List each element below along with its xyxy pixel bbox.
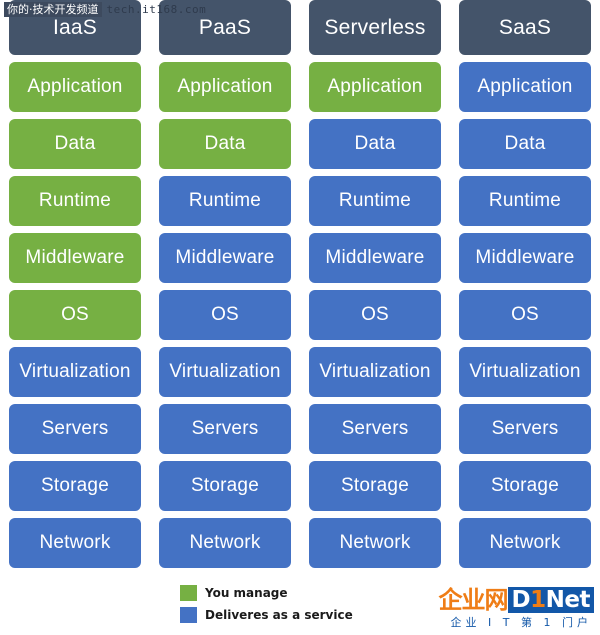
logo-net: Net	[545, 587, 591, 613]
logo-one: 1	[530, 587, 546, 613]
layer-cell: Virtualization	[309, 347, 441, 397]
layer-cell: Application	[309, 62, 441, 112]
logo-d: D	[511, 587, 531, 613]
layer-cell: Data	[159, 119, 291, 169]
legend: You manage Deliveres as a service	[180, 585, 353, 623]
watermark: 你的·技术开发频道 tech.it168.com	[4, 2, 206, 17]
layer-cell: Application	[159, 62, 291, 112]
layer-cell: Network	[159, 518, 291, 568]
column-serverless: Serverless Application Data Runtime Middlewa…	[300, 0, 450, 575]
layer-cell: OS	[309, 290, 441, 340]
logo-english-text: D 1 Net	[507, 587, 594, 613]
layer-cell: Storage	[309, 461, 441, 511]
legend-item: Deliveres as a service	[180, 607, 353, 623]
legend-label: You manage	[205, 586, 288, 600]
layer-cell: Runtime	[9, 176, 141, 226]
watermark-channel: 你的·技术开发频道	[4, 2, 102, 17]
layer-cell: Middleware	[309, 233, 441, 283]
layer-cell: Runtime	[159, 176, 291, 226]
layer-cell: OS	[459, 290, 591, 340]
legend-label: Deliveres as a service	[205, 608, 353, 622]
layer-cell: Application	[9, 62, 141, 112]
column-header: Serverless	[309, 0, 441, 55]
layer-cell: Data	[459, 119, 591, 169]
layer-cell: Virtualization	[9, 347, 141, 397]
layer-cell: Data	[9, 119, 141, 169]
layer-cell: Application	[459, 62, 591, 112]
logo-chinese-text: 企业网	[438, 586, 509, 614]
logo-tagline: 企业 I T 第 1 门户	[450, 616, 592, 629]
column-saas: SaaS Application Data Runtime Middleware OS Vi…	[450, 0, 600, 575]
layer-cell: Storage	[159, 461, 291, 511]
layer-cell: Virtualization	[159, 347, 291, 397]
cloud-model-grid: IaaS Application Data Runtime Middleware OS Vi…	[0, 0, 600, 575]
layer-cell: Storage	[459, 461, 591, 511]
layer-cell: Network	[459, 518, 591, 568]
layer-cell: Middleware	[159, 233, 291, 283]
layer-cell: Servers	[459, 404, 591, 454]
watermark-url: tech.it168.com	[106, 3, 207, 16]
logo-wordmark: 企业网 D 1 Net	[414, 587, 594, 613]
legend-swatch-service	[180, 607, 197, 623]
site-logo: 企业网 D 1 Net 企业 I T 第 1 门户	[414, 587, 594, 631]
layer-cell: Runtime	[459, 176, 591, 226]
layer-cell: Network	[309, 518, 441, 568]
column-paas: PaaS Application Data Runtime Middleware OS Vi…	[150, 0, 300, 575]
layer-cell: Servers	[159, 404, 291, 454]
layer-cell: Middleware	[9, 233, 141, 283]
layer-cell: OS	[159, 290, 291, 340]
layer-cell: Middleware	[459, 233, 591, 283]
layer-cell: Servers	[9, 404, 141, 454]
legend-item: You manage	[180, 585, 353, 601]
column-header: SaaS	[459, 0, 591, 55]
layer-cell: Storage	[9, 461, 141, 511]
layer-cell: Runtime	[309, 176, 441, 226]
column-iaas: IaaS Application Data Runtime Middleware OS Vi…	[0, 0, 150, 575]
layer-cell: Virtualization	[459, 347, 591, 397]
layer-cell: Data	[309, 119, 441, 169]
legend-swatch-manage	[180, 585, 197, 601]
layer-cell: Servers	[309, 404, 441, 454]
layer-cell: OS	[9, 290, 141, 340]
layer-cell: Network	[9, 518, 141, 568]
